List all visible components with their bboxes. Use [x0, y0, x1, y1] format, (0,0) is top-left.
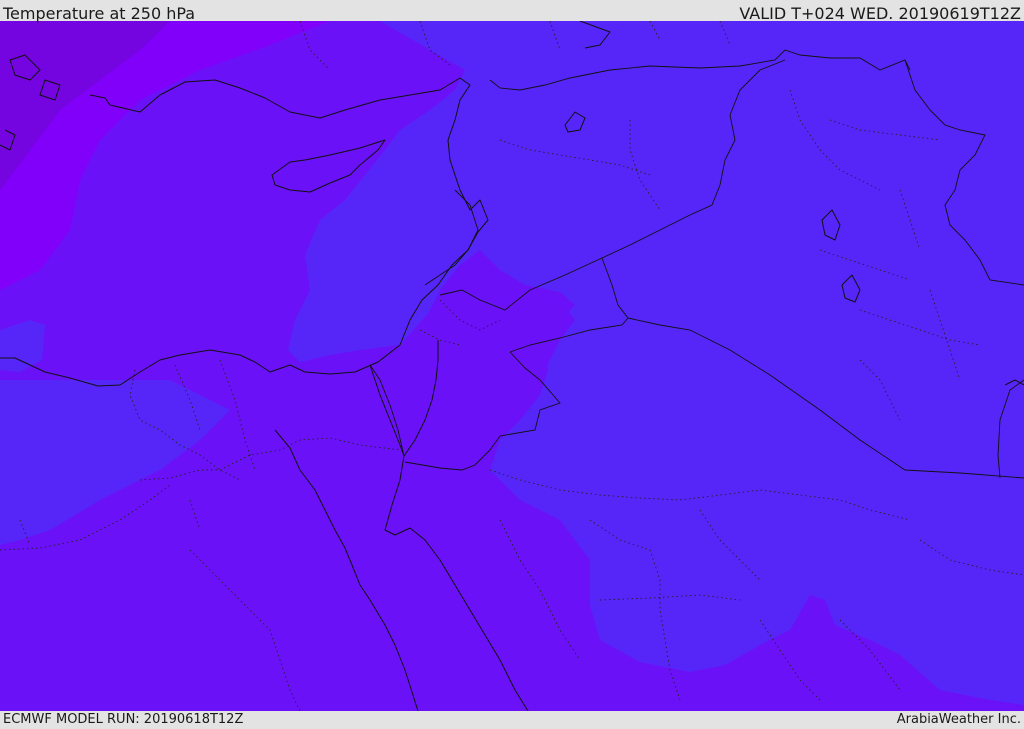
- map-figure: Temperature at 250 hPa VALID T+024 WED. …: [0, 0, 1024, 729]
- footer-bar: ECMWF MODEL RUN: 20190618T12Z ArabiaWeat…: [0, 711, 1024, 729]
- model-run-label: ECMWF MODEL RUN: 20190618T12Z: [3, 712, 244, 727]
- valid-time-label: VALID T+024 WED. 20190619T12Z: [739, 4, 1021, 23]
- temperature-map: [0, 21, 1024, 711]
- credit-label: ArabiaWeather Inc.: [896, 712, 1021, 727]
- map-title: Temperature at 250 hPa: [3, 4, 196, 23]
- map-canvas: [0, 21, 1024, 711]
